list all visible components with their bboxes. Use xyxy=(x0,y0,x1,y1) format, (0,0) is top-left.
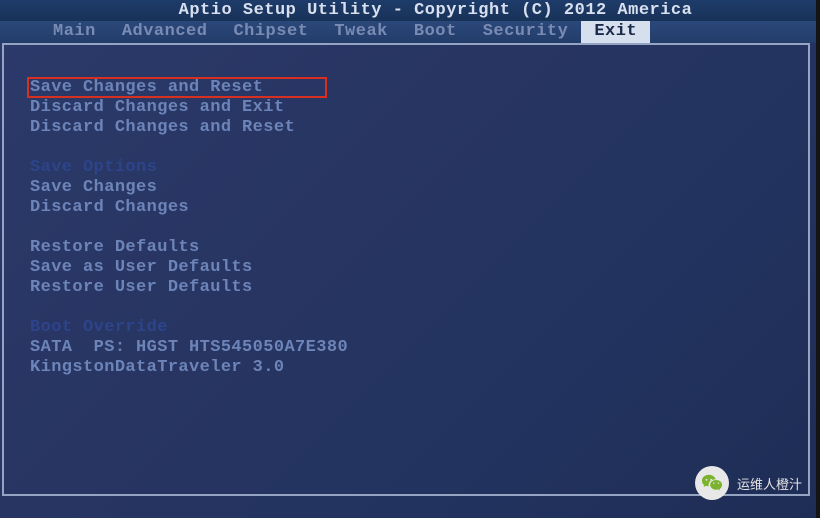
heading-boot-override: Boot Override xyxy=(30,318,802,338)
opt-restore-user-defaults[interactable]: Restore User Defaults xyxy=(30,278,802,298)
menu-main[interactable]: Main xyxy=(40,21,109,43)
boot-override-1[interactable]: KingstonDataTraveler 3.0 xyxy=(30,358,802,378)
bios-title: Aptio Setup Utility - Copyright (C) 2012… xyxy=(179,1,693,20)
opt-discard-changes[interactable]: Discard Changes xyxy=(30,198,802,218)
opt-discard-changes-reset[interactable]: Discard Changes and Reset xyxy=(30,118,802,138)
menu-exit[interactable]: Exit xyxy=(581,21,650,43)
heading-save-options: Save Options xyxy=(30,158,802,178)
opt-save-changes-reset[interactable]: Save Changes and Reset xyxy=(30,78,802,98)
menu-chipset[interactable]: Chipset xyxy=(220,21,321,43)
bios-title-bar: Aptio Setup Utility - Copyright (C) 2012… xyxy=(0,0,816,21)
bios-screen: Aptio Setup Utility - Copyright (C) 2012… xyxy=(0,0,816,518)
watermark-text: 运维人橙汁 xyxy=(737,474,802,493)
opt-restore-defaults[interactable]: Restore Defaults xyxy=(30,238,802,258)
boot-override-0[interactable]: SATA PS: HGST HTS545050A7E380 xyxy=(30,338,802,358)
menu-boot[interactable]: Boot xyxy=(401,21,470,43)
watermark: 运维人橙汁 xyxy=(695,466,802,500)
menu-security[interactable]: Security xyxy=(470,21,582,43)
opt-save-changes[interactable]: Save Changes xyxy=(30,178,802,198)
exit-panel: Save Changes and Reset Discard Changes a… xyxy=(12,58,802,488)
wechat-icon xyxy=(695,466,729,500)
menu-tweak[interactable]: Tweak xyxy=(321,21,401,43)
opt-discard-changes-exit[interactable]: Discard Changes and Exit xyxy=(30,98,802,118)
menu-advanced[interactable]: Advanced xyxy=(109,21,221,43)
bios-menu-bar: Main Advanced Chipset Tweak Boot Securit… xyxy=(0,21,816,43)
opt-save-user-defaults[interactable]: Save as User Defaults xyxy=(30,258,802,278)
